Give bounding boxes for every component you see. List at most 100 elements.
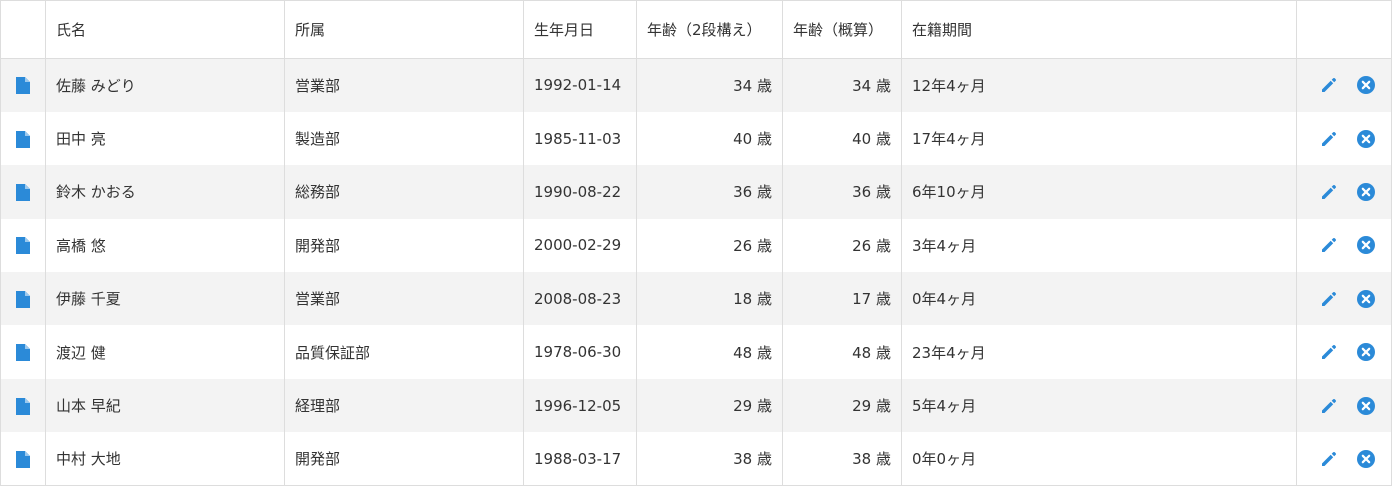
document-icon[interactable] — [16, 77, 30, 95]
pencil-edit-icon[interactable] — [1319, 289, 1339, 309]
tenure-cell: 12年4ヶ月 — [901, 58, 1297, 112]
name-cell: 中村 大地 — [45, 432, 285, 486]
document-icon[interactable] — [16, 237, 30, 255]
close-circle-icon[interactable] — [1356, 396, 1376, 416]
row-icon-cell — [0, 325, 46, 379]
name-cell: 田中 亮 — [45, 111, 285, 166]
pencil-edit-icon[interactable] — [1319, 235, 1339, 255]
document-icon[interactable] — [16, 130, 30, 148]
column-header-name[interactable]: 氏名 — [45, 0, 285, 59]
table-row[interactable]: 山本 早紀 経理部 1996-12-05 29 歳 29 歳 5年4ヶ月 — [0, 378, 1392, 433]
birth-cell: 1992-01-14 — [523, 58, 637, 112]
table-row[interactable]: 中村 大地 開発部 1988-03-17 38 歳 38 歳 0年0ヶ月 — [0, 432, 1392, 486]
actions-cell — [1297, 219, 1392, 272]
actions-cell — [1297, 165, 1392, 218]
document-icon[interactable] — [16, 450, 30, 468]
table-body: 佐藤 みどり 営業部 1992-01-14 34 歳 34 歳 12年4ヶ月 田… — [0, 58, 1392, 486]
birth-cell: 2000-02-29 — [523, 218, 637, 273]
name-cell: 高橋 悠 — [45, 218, 285, 273]
column-header-dept[interactable]: 所属 — [284, 0, 524, 59]
column-header-birth[interactable]: 生年月日 — [523, 0, 637, 59]
close-circle-icon[interactable] — [1356, 129, 1376, 149]
actions-cell — [1297, 112, 1392, 165]
document-icon[interactable] — [16, 344, 30, 362]
pencil-edit-icon[interactable] — [1319, 342, 1339, 362]
age-approx-cell: 36 歳 — [782, 165, 902, 219]
name-cell: 伊藤 千夏 — [45, 272, 285, 326]
pencil-edit-icon[interactable] — [1319, 449, 1339, 469]
column-header-age-approx[interactable]: 年齢（概算） — [782, 0, 902, 59]
document-icon[interactable] — [16, 397, 30, 415]
birth-cell: 2008-08-23 — [523, 272, 637, 326]
tenure-cell: 0年4ヶ月 — [901, 272, 1297, 326]
table-row[interactable]: 渡辺 健 品質保証部 1978-06-30 48 歳 48 歳 23年4ヶ月 — [0, 325, 1392, 379]
birth-cell: 1990-08-22 — [523, 165, 637, 219]
document-icon[interactable] — [16, 290, 30, 308]
age2-cell: 38 歳 — [636, 432, 783, 486]
column-header-icon — [0, 0, 46, 59]
pencil-edit-icon[interactable] — [1319, 182, 1339, 202]
row-icon-cell — [0, 58, 46, 112]
age2-cell: 48 歳 — [636, 325, 783, 379]
table-row[interactable]: 佐藤 みどり 営業部 1992-01-14 34 歳 34 歳 12年4ヶ月 — [0, 58, 1392, 112]
close-circle-icon[interactable] — [1356, 235, 1376, 255]
actions-cell — [1297, 325, 1392, 378]
employee-table: 氏名 所属 生年月日 年齢（2段構え） 年齢（概算） 在籍期間 佐藤 みどり 営… — [0, 0, 1392, 487]
tenure-cell: 17年4ヶ月 — [901, 111, 1297, 166]
dept-cell: 総務部 — [284, 165, 524, 219]
close-circle-icon[interactable] — [1356, 289, 1376, 309]
row-icon-cell — [0, 272, 46, 326]
dept-cell: 製造部 — [284, 111, 524, 166]
table-row[interactable]: 田中 亮 製造部 1985-11-03 40 歳 40 歳 17年4ヶ月 — [0, 111, 1392, 166]
age2-cell: 26 歳 — [636, 218, 783, 273]
table-row[interactable]: 高橋 悠 開発部 2000-02-29 26 歳 26 歳 3年4ヶ月 — [0, 218, 1392, 273]
actions-cell — [1297, 59, 1392, 112]
table-row[interactable]: 鈴木 かおる 総務部 1990-08-22 36 歳 36 歳 6年10ヶ月 — [0, 165, 1392, 219]
table-header-row: 氏名 所属 生年月日 年齢（2段構え） 年齢（概算） 在籍期間 — [0, 0, 1392, 59]
pencil-edit-icon[interactable] — [1319, 396, 1339, 416]
tenure-cell: 3年4ヶ月 — [901, 218, 1297, 273]
close-circle-icon[interactable] — [1356, 342, 1376, 362]
age-approx-cell: 34 歳 — [782, 58, 902, 112]
age-approx-cell: 40 歳 — [782, 111, 902, 166]
tenure-cell: 23年4ヶ月 — [901, 325, 1297, 379]
age2-cell: 40 歳 — [636, 111, 783, 166]
actions-cell — [1297, 272, 1392, 325]
pencil-edit-icon[interactable] — [1319, 129, 1339, 149]
dept-cell: 品質保証部 — [284, 325, 524, 379]
age-approx-cell: 26 歳 — [782, 218, 902, 273]
age-approx-cell: 17 歳 — [782, 272, 902, 326]
birth-cell: 1988-03-17 — [523, 432, 637, 486]
birth-cell: 1978-06-30 — [523, 325, 637, 379]
row-icon-cell — [0, 432, 46, 486]
dept-cell: 営業部 — [284, 58, 524, 112]
birth-cell: 1996-12-05 — [523, 378, 637, 433]
close-circle-icon[interactable] — [1356, 449, 1376, 469]
document-icon[interactable] — [16, 183, 30, 201]
age2-cell: 18 歳 — [636, 272, 783, 326]
age2-cell: 34 歳 — [636, 58, 783, 112]
tenure-cell: 5年4ヶ月 — [901, 378, 1297, 433]
name-cell: 山本 早紀 — [45, 378, 285, 433]
age-approx-cell: 29 歳 — [782, 378, 902, 433]
name-cell: 佐藤 みどり — [45, 58, 285, 112]
age2-cell: 29 歳 — [636, 378, 783, 433]
actions-cell — [1297, 432, 1392, 485]
column-header-tenure[interactable]: 在籍期間 — [901, 0, 1297, 59]
dept-cell: 経理部 — [284, 378, 524, 433]
age2-cell: 36 歳 — [636, 165, 783, 219]
row-icon-cell — [0, 111, 46, 166]
pencil-edit-icon[interactable] — [1319, 75, 1339, 95]
dept-cell: 開発部 — [284, 432, 524, 486]
column-header-age2[interactable]: 年齢（2段構え） — [636, 0, 783, 59]
age-approx-cell: 48 歳 — [782, 325, 902, 379]
table-row[interactable]: 伊藤 千夏 営業部 2008-08-23 18 歳 17 歳 0年4ヶ月 — [0, 272, 1392, 326]
name-cell: 渡辺 健 — [45, 325, 285, 379]
row-icon-cell — [0, 378, 46, 433]
dept-cell: 開発部 — [284, 218, 524, 273]
dept-cell: 営業部 — [284, 272, 524, 326]
tenure-cell: 6年10ヶ月 — [901, 165, 1297, 219]
birth-cell: 1985-11-03 — [523, 111, 637, 166]
close-circle-icon[interactable] — [1356, 182, 1376, 202]
close-circle-icon[interactable] — [1356, 75, 1376, 95]
